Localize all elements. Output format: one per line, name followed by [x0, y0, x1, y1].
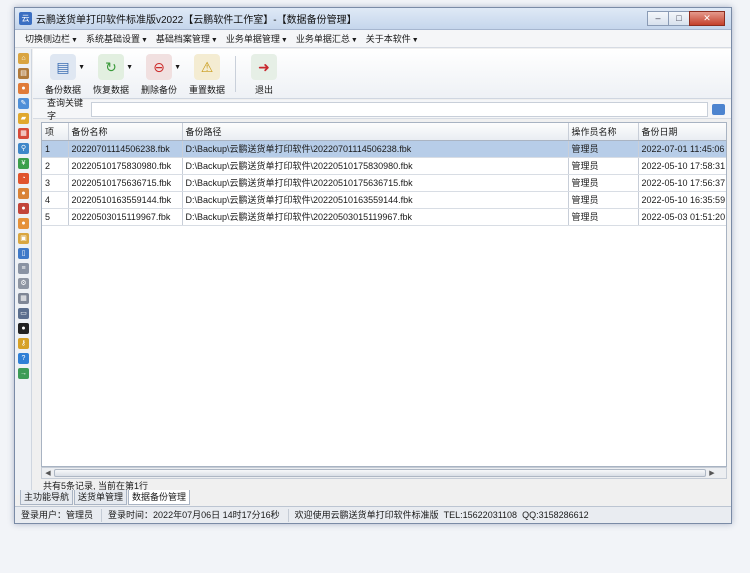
delete-backup-icon: ⊖ [146, 54, 172, 80]
monitor-icon[interactable]: ▭ [18, 308, 29, 319]
chevron-down-icon: ▼ [71, 37, 78, 44]
welcome-message: 欢迎使用云鹏送货单打印软件标准版 TEL:15622031108 QQ:3158… [294, 509, 589, 520]
sidebar-icon-strip: ⌂ ▤ ● ✎ ▰ ▦ ⚲ ¥ ◔ ● ● ● ▣ ▯ ≡ ⚙ ▦ ▭ ● ⚷ … [15, 49, 32, 495]
backup-data-button[interactable]: ▤ 备份数据 ▼ [41, 54, 85, 96]
qq-icon[interactable]: ● [18, 323, 29, 334]
tab-backup-management[interactable]: 数据备份管理 [128, 490, 191, 505]
column-header-path[interactable]: 备份路径 [182, 123, 569, 141]
column-header-index[interactable]: 项 [42, 123, 69, 141]
app-window: 云 云鹏送货单打印软件标准版v2022【云鹏软件工作室】-【数据备份管理】 – … [14, 7, 732, 524]
restore-data-button[interactable]: ↻ 恢复数据 ▼ [89, 54, 133, 96]
login-user: 登录用户：管理员 [15, 508, 103, 522]
close-button[interactable]: ✕ [689, 11, 725, 26]
minimize-button[interactable]: – [647, 11, 669, 26]
table-row[interactable]: 1 20220701114506238.fbk D:\Backup\云鹏送货单打… [42, 140, 726, 158]
chevron-down-icon: ▼ [280, 37, 288, 44]
scroll-right-icon[interactable]: ▶ [706, 469, 718, 477]
restore-icon: ↻ [98, 54, 124, 80]
folder-icon[interactable]: ▰ [18, 113, 29, 124]
column-header-operator[interactable]: 操作员名称 [568, 123, 639, 141]
tab-main-navigation[interactable]: 主功能导航 [20, 490, 74, 505]
menu-bar: 切换侧边栏▼ 系统基础设置▼ 基础档案管理▼ 业务单据管理▼ 业务单据汇总▼ 关… [15, 30, 731, 48]
chevron-down-icon: ▼ [411, 37, 419, 44]
edit-icon[interactable]: ✎ [18, 98, 29, 109]
chevron-down-icon: ▼ [210, 37, 218, 44]
home-icon[interactable]: ⌂ [18, 53, 29, 64]
login-time: 登录时间：2022年07月06日 14时17分16秒 [102, 508, 289, 522]
contact-icon[interactable]: ● [18, 203, 29, 214]
exit-button[interactable]: ➜ 退出 [242, 54, 286, 96]
scrollbar-thumb[interactable] [54, 469, 706, 477]
lock-icon[interactable]: ▣ [18, 233, 29, 244]
menu-toggle-sidebar[interactable]: 切换侧边栏▼ [25, 32, 78, 45]
reset-data-button[interactable]: ⚠ 重置数据 [185, 54, 229, 96]
book-icon[interactable]: ▤ [18, 68, 29, 79]
window-controls: – □ ✕ [647, 11, 725, 26]
table-row[interactable]: 5 20220503015119967.fbk D:\Backup\云鹏送货单打… [42, 208, 726, 226]
toolbar-separator [235, 56, 236, 92]
yen-icon[interactable]: ¥ [18, 158, 29, 169]
tab-strip: 主功能导航 送货单管理 数据备份管理 [20, 490, 191, 506]
user-icon[interactable]: ● [18, 83, 29, 94]
menu-about[interactable]: 关于本软件▼ [366, 32, 419, 45]
chevron-down-icon[interactable]: ▼ [174, 64, 181, 71]
chevron-down-icon[interactable]: ▼ [78, 64, 85, 71]
table-row[interactable]: 3 20220510175636715.fbk D:\Backup\云鹏送货单打… [42, 174, 726, 192]
maximize-button[interactable]: □ [668, 11, 690, 26]
chevron-down-icon[interactable]: ▼ [126, 64, 133, 71]
database-backup-icon: ▤ [50, 54, 76, 80]
window-title: 云鹏送货单打印软件标准版v2022【云鹏软件工作室】-【数据备份管理】 [36, 15, 357, 26]
toolbar: ▤ 备份数据 ▼ ↻ 恢复数据 ▼ ⊖ 删除备份 ▼ ⚠ 重置数据 ➜ 退出 [33, 49, 731, 99]
calendar-icon[interactable]: ▦ [18, 128, 29, 139]
menu-system-settings[interactable]: 系统基础设置▼ [86, 32, 148, 45]
search-options-icon[interactable] [712, 103, 725, 115]
app-icon: 云 [19, 12, 32, 25]
users-icon[interactable]: ● [18, 188, 29, 199]
table-header-row: 项 备份名称 备份路径 操作员名称 备份日期 [42, 123, 726, 141]
reset-data-icon: ⚠ [194, 54, 220, 80]
menu-documents[interactable]: 业务单据管理▼ [226, 32, 288, 45]
delete-backup-button[interactable]: ⊖ 删除备份 ▼ [137, 54, 181, 96]
status-bar: 登录用户：管理员 登录时间：2022年07月06日 14时17分16秒 欢迎使用… [15, 506, 731, 523]
menu-base-records[interactable]: 基础档案管理▼ [156, 32, 218, 45]
calculator-icon[interactable]: ▦ [18, 293, 29, 304]
menu-summary[interactable]: 业务单据汇总▼ [296, 32, 358, 45]
title-bar: 云 云鹏送货单打印软件标准版v2022【云鹏软件工作室】-【数据备份管理】 – … [15, 8, 731, 30]
search-icon[interactable]: ⚲ [18, 143, 29, 154]
exit-icon[interactable]: → [18, 368, 29, 379]
key-icon[interactable]: ⚷ [18, 338, 29, 349]
chevron-down-icon: ▼ [350, 37, 358, 44]
group-icon[interactable]: ● [18, 218, 29, 229]
chart-icon[interactable]: ◔ [18, 173, 29, 184]
table-row[interactable]: 4 20220510163559144.fbk D:\Backup\云鹏送货单打… [42, 191, 726, 209]
tab-delivery-management[interactable]: 送货单管理 [74, 490, 128, 505]
search-row: 查询关键字 [33, 98, 731, 121]
scroll-left-icon[interactable]: ◀ [42, 469, 54, 477]
search-label: 查询关键字 [47, 98, 84, 121]
exit-icon: ➜ [251, 54, 277, 80]
table-row[interactable]: 2 20220510175830980.fbk D:\Backup\云鹏送货单打… [42, 157, 726, 175]
chevron-down-icon: ▼ [140, 37, 148, 44]
column-header-name[interactable]: 备份名称 [68, 123, 183, 141]
document-icon[interactable]: ▯ [18, 248, 29, 259]
column-header-date[interactable]: 备份日期 [638, 123, 726, 141]
backup-table: 项 备份名称 备份路径 操作员名称 备份日期 1 202207011145062… [41, 122, 727, 467]
horizontal-scrollbar[interactable]: ◀ ▶ [41, 467, 727, 479]
help-icon[interactable]: ? [18, 353, 29, 364]
list-icon[interactable]: ≡ [18, 263, 29, 274]
gear-icon[interactable]: ⚙ [18, 278, 29, 289]
search-input[interactable] [91, 101, 708, 117]
